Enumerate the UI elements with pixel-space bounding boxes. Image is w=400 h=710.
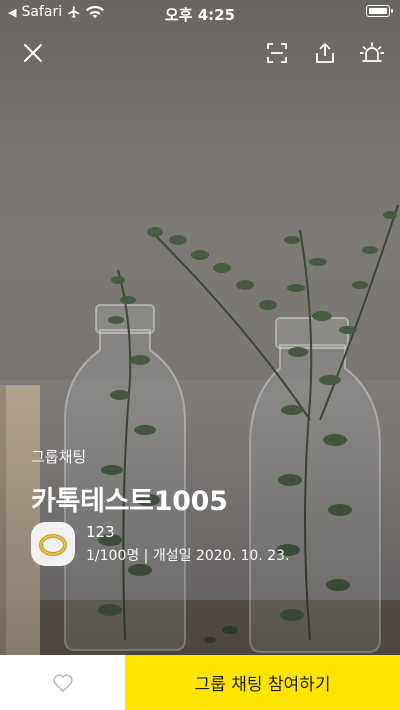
share-icon [316,43,334,63]
open-chat-profile-screen: ◀ Safari 오후 4:25 그룹채팅 카톡테스트1005 123 1/10… [0,0,400,710]
join-group-chat-button[interactable]: 그룹 채팅 참여하기 [125,655,400,710]
profile-info: 그룹채팅 카톡테스트1005 [31,446,228,518]
qr-scan-button[interactable] [260,36,294,70]
bottom-action-bar: 그룹 채팅 참여하기 [0,655,400,710]
ring-icon [39,534,67,556]
qr-scan-icon [267,43,287,63]
close-button[interactable] [16,36,50,70]
owner-meta: 123 1/100명 | 개설일 2020. 10. 23. [31,522,289,566]
chat-room-title: 카톡테스트1005 [31,486,228,517]
share-button[interactable] [308,36,342,70]
chat-category-label: 그룹채팅 [31,448,87,466]
owner-meta-text: 123 1/100명 | 개설일 2020. 10. 23. [86,523,289,565]
report-button[interactable] [355,36,389,70]
status-right [366,5,393,17]
member-count-and-date: 1/100명 | 개설일 2020. 10. 23. [86,548,290,564]
like-button[interactable] [0,655,125,710]
close-icon [24,44,42,62]
heart-outline-icon [52,674,73,692]
owner-name: 123 [86,523,115,541]
status-bar: ◀ Safari 오후 4:25 [0,0,400,26]
top-toolbar [0,36,400,70]
battery-icon [366,5,393,17]
status-time: 오후 4:25 [164,6,236,24]
report-siren-icon [360,42,384,62]
owner-avatar[interactable] [31,522,75,566]
